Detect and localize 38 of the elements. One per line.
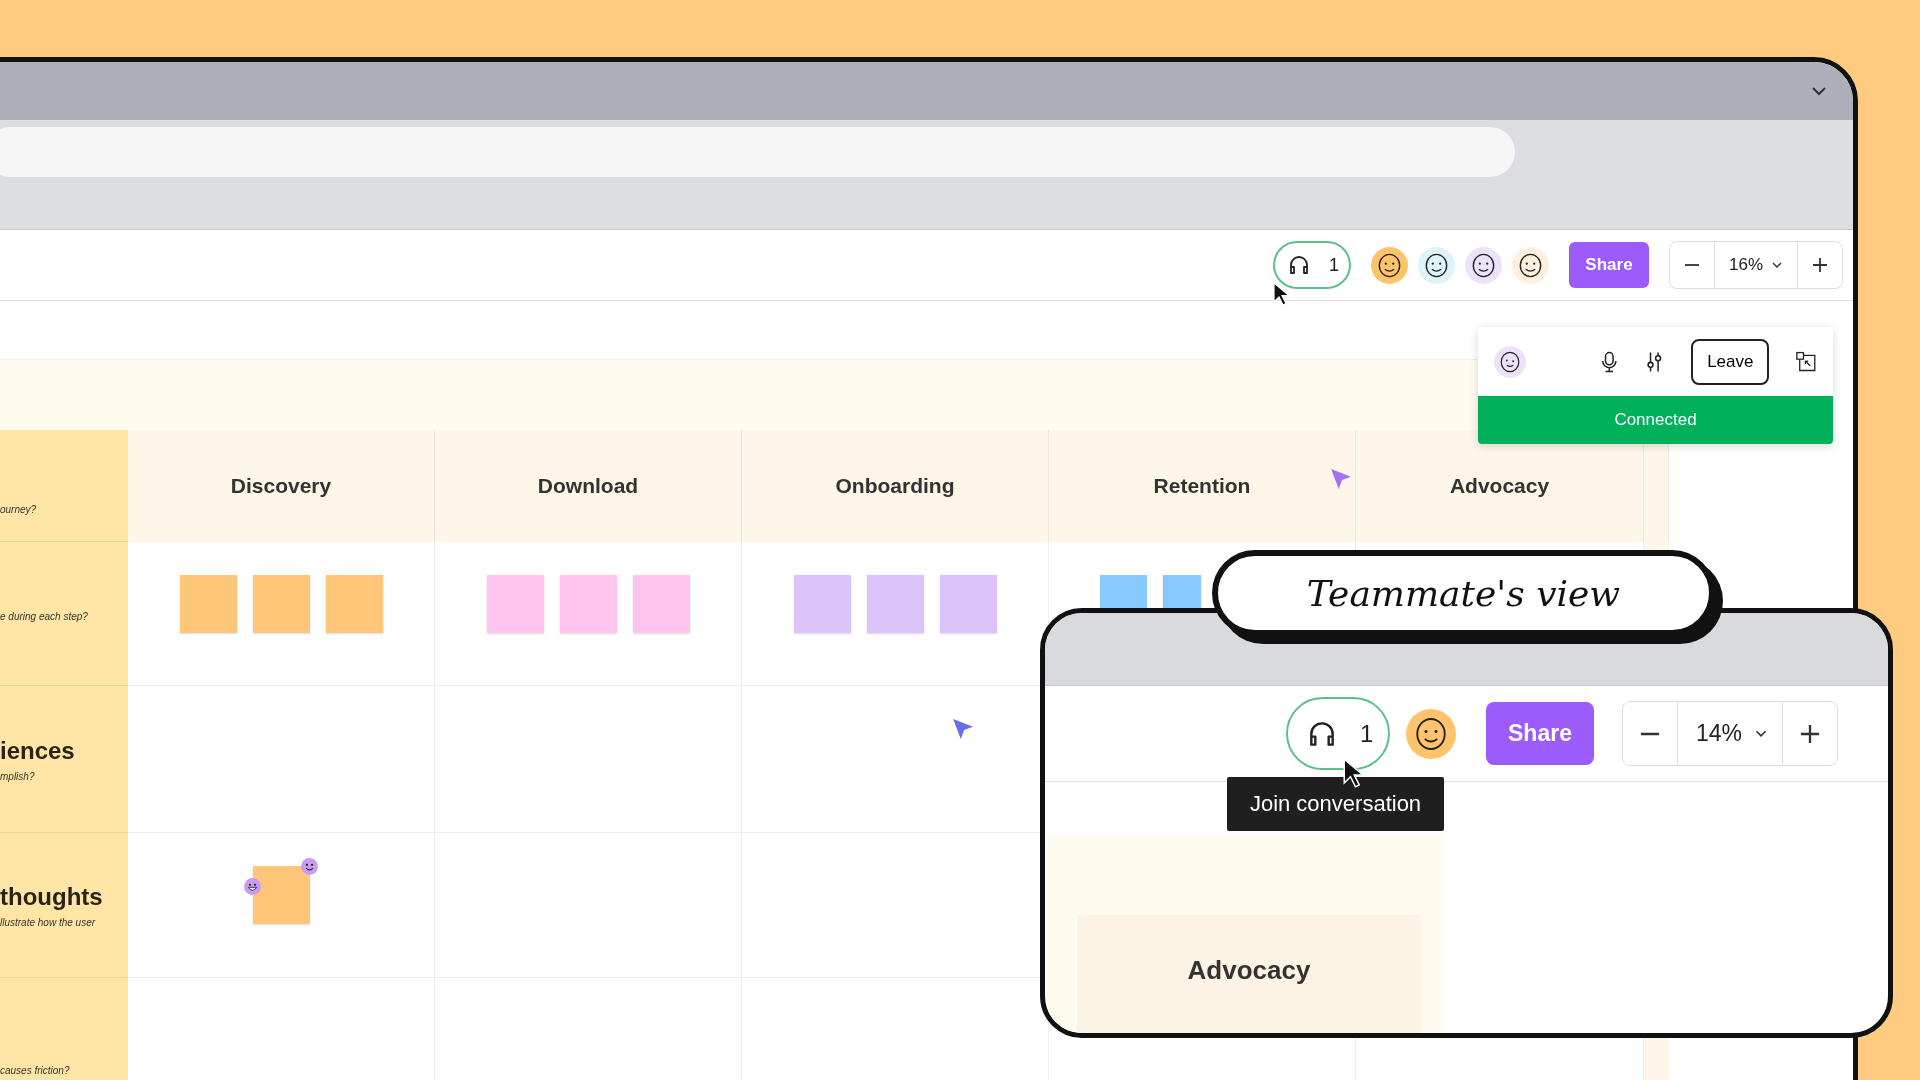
column-header: Advocacy bbox=[1356, 430, 1644, 542]
zoom-level-dropdown[interactable]: 16% bbox=[1713, 242, 1798, 288]
minimize-window-icon[interactable] bbox=[1795, 349, 1818, 374]
column-header: Onboarding bbox=[742, 430, 1049, 542]
cursor-arrow-icon bbox=[1330, 468, 1352, 490]
leave-button[interactable]: Leave bbox=[1691, 338, 1770, 385]
row-hint: e during each step? bbox=[0, 611, 89, 622]
chevron-down-icon[interactable] bbox=[1811, 86, 1827, 96]
avatar-icon[interactable] bbox=[1370, 246, 1408, 284]
row-hint: mplish? bbox=[0, 770, 36, 782]
row-hint: llustrate how the user bbox=[0, 916, 97, 928]
mouse-pointer-icon bbox=[1343, 758, 1363, 788]
column-header: Retention bbox=[1049, 430, 1356, 542]
avatar-icon[interactable] bbox=[1464, 246, 1502, 284]
caret-icon bbox=[1754, 729, 1769, 738]
zoom-level-dropdown[interactable]: 14% bbox=[1677, 702, 1784, 765]
grin-emoji-icon bbox=[243, 878, 261, 895]
connection-status: Connected bbox=[1478, 396, 1833, 444]
caret-icon bbox=[1771, 261, 1783, 269]
share-button[interactable]: Share bbox=[1568, 242, 1649, 288]
smile-emoji-icon bbox=[300, 858, 318, 875]
url-field[interactable] bbox=[0, 127, 1515, 177]
row-title: iences bbox=[0, 736, 76, 765]
tooltip: Join conversation bbox=[1227, 777, 1444, 831]
row-hint: causes friction? bbox=[0, 1065, 71, 1076]
row-hint: ourney? bbox=[0, 504, 38, 515]
share-button[interactable]: Share bbox=[1486, 702, 1594, 765]
column-header: Discovery bbox=[128, 430, 435, 542]
cursor-arrow-icon bbox=[952, 718, 974, 740]
column-header: Advocacy bbox=[1077, 915, 1421, 1033]
participant-count: 1 bbox=[1328, 254, 1339, 276]
avatar-icon[interactable] bbox=[1417, 246, 1455, 284]
avatar-icon[interactable] bbox=[1511, 246, 1549, 284]
mouse-pointer-icon bbox=[1273, 282, 1289, 306]
column-header: Download bbox=[435, 430, 742, 542]
avatar-icon[interactable] bbox=[1406, 708, 1456, 759]
row-title: thoughts bbox=[0, 882, 104, 911]
participant-count: 1 bbox=[1360, 719, 1374, 748]
